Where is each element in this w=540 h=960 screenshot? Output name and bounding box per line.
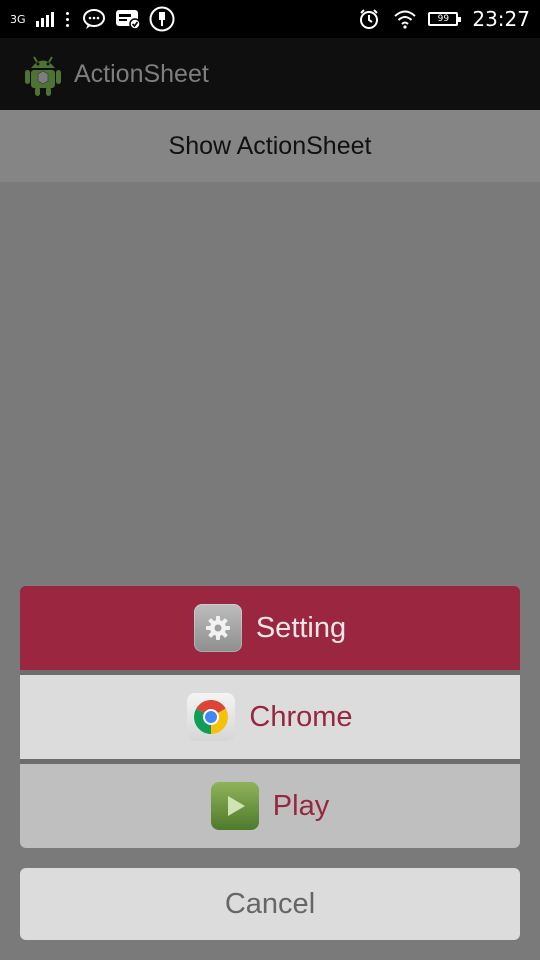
chrome-icon: [187, 693, 236, 741]
usb-icon: [149, 6, 175, 32]
alarm-icon: [356, 6, 382, 32]
action-sheet-items: Setting Chrome Play: [20, 586, 520, 848]
battery-icon: 99: [428, 12, 462, 26]
action-item-label: Chrome: [249, 700, 353, 733]
notification-card-icon: [115, 6, 141, 32]
play-icon: [210, 782, 259, 830]
action-item-chrome[interactable]: Chrome: [20, 675, 520, 759]
chat-bubble-icon: [81, 6, 107, 32]
more-dots-icon: [65, 11, 69, 27]
action-item-setting[interactable]: Setting: [20, 586, 520, 670]
action-item-play[interactable]: Play: [20, 764, 520, 848]
signal-icon: [35, 11, 54, 27]
status-bar: 3G 99 23:27: [0, 0, 540, 38]
show-actionsheet-button[interactable]: Show ActionSheet: [0, 110, 540, 182]
show-actionsheet-label: Show ActionSheet: [168, 131, 372, 160]
action-bar: ActionSheet: [0, 38, 540, 110]
action-item-label: Setting: [255, 611, 347, 644]
wifi-icon: [392, 6, 418, 32]
action-item-label: Play: [272, 789, 330, 822]
network-type: 3G: [10, 12, 26, 26]
cancel-label: Cancel: [224, 887, 316, 920]
clock: 23:27: [472, 7, 530, 31]
android-robot-icon: [22, 51, 64, 97]
action-sheet: Setting Chrome Play Cancel: [20, 586, 520, 940]
cancel-button[interactable]: Cancel: [20, 868, 520, 940]
gear-icon: [193, 604, 242, 652]
app-title: ActionSheet: [74, 59, 209, 88]
